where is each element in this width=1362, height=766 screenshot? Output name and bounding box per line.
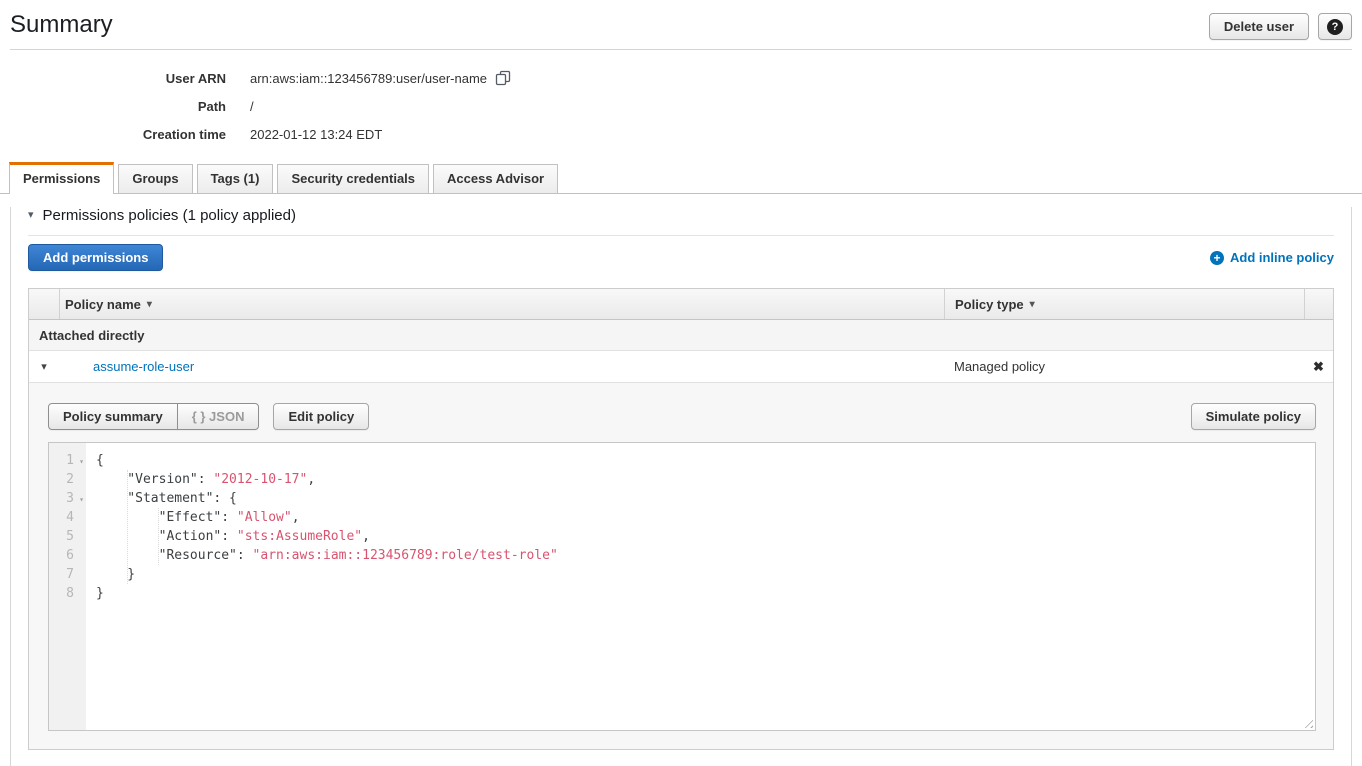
user-arn-value: arn:aws:iam::123456789:user/user-name	[250, 71, 487, 86]
delete-user-button[interactable]: Delete user	[1209, 13, 1309, 40]
tab-tags[interactable]: Tags (1)	[197, 164, 274, 193]
gutter-line-number: 3▾	[49, 489, 86, 508]
code-line[interactable]: "Effect": "Allow",	[96, 508, 1315, 527]
policy-table-row: ▾ assume-role-user Managed policy ✖	[29, 351, 1333, 382]
path-row: Path /	[0, 92, 1362, 120]
detach-x-icon: ✖	[1313, 359, 1324, 374]
code-line[interactable]: "Resource": "arn:aws:iam::123456789:role…	[96, 546, 1315, 565]
permissions-policies-section-toggle[interactable]: ▾ Permissions policies (1 policy applied…	[28, 207, 1334, 236]
policy-detail-toolbar: Policy summary { } JSON Edit policy Simu…	[48, 403, 1316, 430]
policy-view-switcher: Policy summary { } JSON	[48, 403, 259, 430]
user-summary-fields: User ARN arn:aws:iam::123456789:user/use…	[0, 50, 1362, 148]
tab-bar: Permissions Groups Tags (1) Security cre…	[0, 162, 1362, 194]
add-inline-policy-link[interactable]: + Add inline policy	[1210, 250, 1334, 265]
page-title: Summary	[10, 11, 113, 39]
permissions-tab-panel: ▾ Permissions policies (1 policy applied…	[10, 207, 1352, 766]
gutter-line-number: 1▾	[49, 451, 86, 470]
section-title: Permissions policies (1 policy applied)	[43, 207, 296, 224]
user-arn-label: User ARN	[0, 71, 250, 86]
editor-gutter: 1▾23▾45678	[49, 443, 86, 730]
policy-type-column-header[interactable]: Policy type ▾	[944, 289, 1304, 319]
gutter-line-number: 8	[49, 584, 86, 603]
creation-time-label: Creation time	[0, 127, 250, 142]
user-arn-row: User ARN arn:aws:iam::123456789:user/use…	[0, 64, 1362, 92]
detach-policy-button[interactable]: ✖	[1304, 359, 1333, 375]
policies-table: Policy name ▾ Policy type ▾ Attached dir…	[28, 288, 1334, 750]
code-line[interactable]: "Version": "2012-10-17",	[96, 470, 1315, 489]
json-view-button[interactable]: { } JSON	[177, 403, 260, 430]
simulate-policy-button[interactable]: Simulate policy	[1191, 403, 1316, 430]
gutter-line-number: 6	[49, 546, 86, 565]
code-line[interactable]: }	[96, 565, 1315, 584]
code-line[interactable]: {	[96, 451, 1315, 470]
row-collapse-toggle[interactable]: ▾	[29, 360, 59, 373]
policy-detail-panel: Policy summary { } JSON Edit policy Simu…	[29, 382, 1333, 749]
plus-circle-icon: +	[1210, 251, 1224, 265]
tab-permissions[interactable]: Permissions	[9, 162, 114, 194]
gutter-line-number: 7	[49, 565, 86, 584]
json-policy-editor[interactable]: 1▾23▾45678 { "Version": "2012-10-17", "S…	[48, 442, 1316, 731]
indent-guide	[158, 508, 159, 565]
fold-caret-icon[interactable]: ▾	[79, 490, 84, 509]
policy-name-column-header[interactable]: Policy name ▾	[59, 289, 944, 319]
indent-guide	[127, 470, 128, 584]
fold-caret-icon[interactable]: ▾	[79, 452, 84, 471]
code-line[interactable]: "Statement": {	[96, 489, 1315, 508]
tab-security-credentials[interactable]: Security credentials	[277, 164, 429, 193]
copy-icon[interactable]	[495, 70, 511, 86]
expand-column-header	[29, 289, 59, 319]
gutter-line-number: 4	[49, 508, 86, 527]
tab-access-advisor[interactable]: Access Advisor	[433, 164, 558, 193]
creation-time-row: Creation time 2022-01-12 13:24 EDT	[0, 120, 1362, 148]
actions-column-header	[1304, 289, 1333, 319]
policy-name-link[interactable]: assume-role-user	[93, 359, 194, 374]
section-collapse-icon: ▾	[28, 210, 34, 221]
policy-type-value: Managed policy	[944, 359, 1304, 374]
attached-directly-group-row: Attached directly	[29, 320, 1333, 351]
page-header: Summary Delete user ?	[0, 0, 1362, 49]
sort-caret-icon: ▾	[147, 299, 152, 310]
policies-toolbar: Add permissions + Add inline policy	[28, 244, 1334, 271]
header-actions: Delete user ?	[1209, 13, 1352, 40]
editor-code[interactable]: { "Version": "2012-10-17", "Statement": …	[86, 443, 1315, 730]
policies-table-header: Policy name ▾ Policy type ▾	[29, 289, 1333, 320]
gutter-line-number: 5	[49, 527, 86, 546]
creation-time-value: 2022-01-12 13:24 EDT	[250, 127, 382, 142]
help-button[interactable]: ?	[1318, 13, 1352, 40]
tab-groups[interactable]: Groups	[118, 164, 192, 193]
code-line[interactable]: "Action": "sts:AssumeRole",	[96, 527, 1315, 546]
add-permissions-button[interactable]: Add permissions	[28, 244, 163, 271]
gutter-line-number: 2	[49, 470, 86, 489]
edit-policy-button[interactable]: Edit policy	[273, 403, 369, 430]
path-value: /	[250, 99, 254, 114]
help-icon: ?	[1327, 19, 1343, 35]
policy-summary-button[interactable]: Policy summary	[48, 403, 178, 430]
code-line[interactable]: }	[96, 584, 1315, 603]
chevron-down-icon: ▾	[41, 361, 47, 373]
sort-caret-icon: ▾	[1030, 299, 1035, 310]
path-label: Path	[0, 99, 250, 114]
